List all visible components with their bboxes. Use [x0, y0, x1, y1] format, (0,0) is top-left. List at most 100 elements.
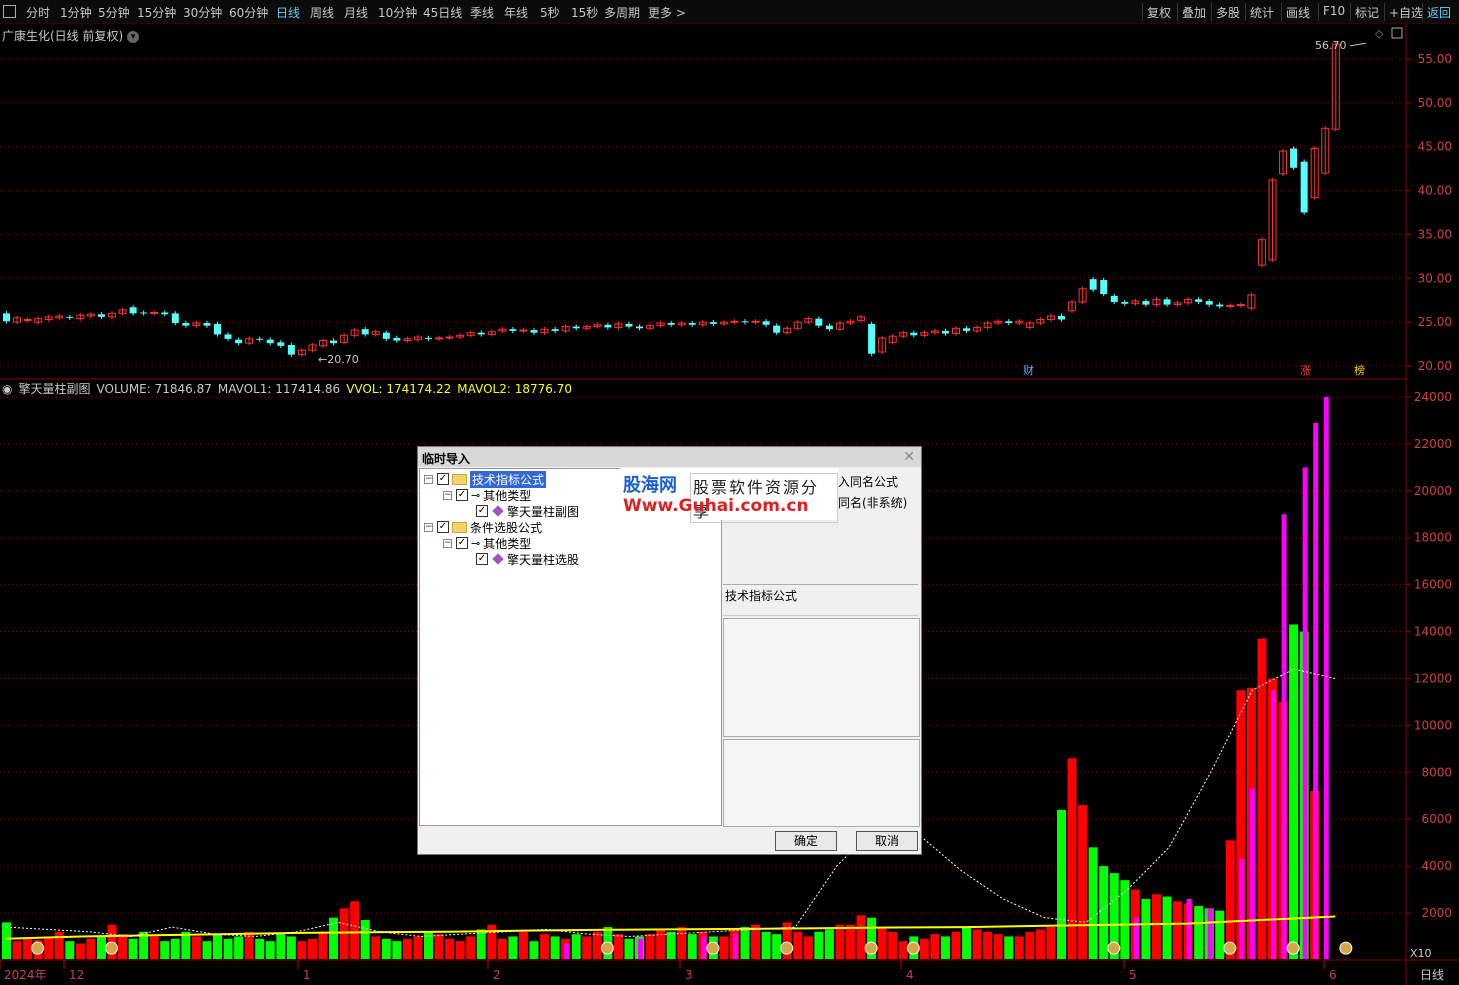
- tree-label: 擎天量柱副图: [507, 504, 580, 519]
- tree-item-qtlz-select[interactable]: ✓ 擎天量柱选股: [476, 551, 579, 567]
- candle-body: [730, 320, 739, 323]
- volume-tick-label: 6000: [1421, 812, 1452, 826]
- toolbar-button-3[interactable]: 统计: [1245, 3, 1278, 21]
- toolbar-button-2[interactable]: 多股: [1211, 3, 1244, 21]
- period-tab-7[interactable]: 周线: [310, 4, 334, 21]
- price-tick-label: 40.00: [1418, 184, 1452, 198]
- volume-bar: [550, 936, 560, 959]
- volume-bar: [677, 927, 687, 959]
- checkbox[interactable]: ✓: [437, 521, 449, 533]
- tree-label: 条件选股公式: [470, 520, 543, 535]
- volume-bar: [751, 924, 761, 959]
- volume-bar: [898, 941, 908, 959]
- option-overwrite-label[interactable]: 入同名公式: [838, 473, 898, 490]
- checkbox[interactable]: ✓: [476, 505, 488, 517]
- period-tab-2[interactable]: 5分钟: [98, 4, 130, 21]
- folder-icon: [452, 521, 467, 533]
- period-tab-4[interactable]: 30分钟: [183, 4, 222, 21]
- toolbar-button-5[interactable]: F10: [1318, 3, 1349, 21]
- volume-bar: [951, 931, 961, 959]
- volume-bar: [962, 927, 972, 959]
- volume-bar: [350, 901, 360, 959]
- option-rename-label[interactable]: 同名(非系统): [838, 494, 907, 511]
- period-tab-12[interactable]: 年线: [504, 4, 528, 21]
- tree-item-other-type-2[interactable]: − ✓ ⊸ 其他类型: [443, 535, 531, 551]
- tree-label: 其他类型: [483, 536, 532, 551]
- toolbar-button-6[interactable]: 标记: [1350, 3, 1383, 21]
- toolbar-button-0[interactable]: 复权: [1142, 3, 1175, 21]
- formula-tree[interactable]: − ✓ 技术指标公式 − ✓ ⊸ 其他类型 ✓ 擎天量柱副图 − ✓ 条件选股公式 − ✓ ⊸ 其他类…: [419, 468, 722, 826]
- period-tab-1[interactable]: 1分钟: [60, 4, 92, 21]
- formula-icon: [492, 505, 504, 517]
- volume-tick-label: 20000: [1414, 484, 1452, 498]
- volume-bar: [2, 922, 11, 959]
- checkbox[interactable]: ✓: [437, 473, 449, 485]
- volume-tick-label: 24000: [1414, 390, 1452, 404]
- volume-tick-label: 16000: [1414, 578, 1452, 592]
- toolbar-button-1[interactable]: 叠加: [1177, 3, 1210, 21]
- ok-button[interactable]: 确定: [775, 831, 837, 851]
- money-bag-icon: [864, 941, 878, 955]
- period-tab-3[interactable]: 15分钟: [137, 4, 176, 21]
- candle-body: [741, 321, 749, 323]
- period-tab-16[interactable]: 更多 >: [648, 4, 686, 21]
- money-bag-icon: [105, 941, 118, 955]
- volume-tick-label: 4000: [1421, 859, 1452, 873]
- volume-bar: [592, 931, 602, 959]
- period-tab-15[interactable]: 多周期: [604, 4, 640, 21]
- period-tab-0[interactable]: 分时: [26, 4, 50, 21]
- candle-body: [815, 318, 823, 326]
- period-tab-9[interactable]: 10分钟: [378, 4, 417, 21]
- period-label: 日线: [1420, 968, 1444, 982]
- volume-bar: [983, 931, 993, 959]
- period-tab-10[interactable]: 45日线: [423, 4, 462, 21]
- checkbox[interactable]: ✓: [476, 553, 488, 565]
- volume-bar: [12, 941, 22, 959]
- high-arrow: [1349, 42, 1367, 47]
- collapse-icon[interactable]: −: [443, 538, 452, 548]
- candle-body: [1195, 299, 1203, 302]
- period-tab-6[interactable]: 日线: [276, 4, 300, 21]
- dialog-title-text: 临时导入: [422, 452, 471, 466]
- volume-bar: [223, 938, 233, 959]
- volume-bar: [392, 941, 402, 959]
- cancel-button[interactable]: 取消: [856, 831, 918, 851]
- candle-body: [224, 334, 232, 339]
- candle-body: [1121, 301, 1129, 304]
- volume-bar: [1194, 905, 1204, 959]
- period-tab-11[interactable]: 季线: [470, 4, 494, 21]
- toolbar-button-7[interactable]: +自选: [1384, 3, 1427, 21]
- volume-bar: [656, 929, 666, 959]
- volume-bar: [518, 931, 528, 959]
- collapse-icon[interactable]: −: [443, 490, 452, 500]
- volume-bar: [624, 938, 634, 959]
- volume-bar: [1078, 805, 1088, 959]
- tree-item-other-type[interactable]: − ✓ ⊸ 其他类型: [443, 487, 531, 503]
- checkbox[interactable]: ✓: [456, 489, 468, 501]
- period-tab-14[interactable]: 15秒: [571, 4, 598, 21]
- toolbar-button-8[interactable]: 返回: [1422, 3, 1455, 21]
- volume-bar: [972, 929, 982, 959]
- close-icon[interactable]: ✕: [903, 449, 915, 465]
- toolbar-button-4[interactable]: 画线: [1281, 3, 1314, 21]
- x-axis-label: 12: [69, 968, 84, 982]
- collapse-icon[interactable]: −: [424, 522, 433, 532]
- volume-bar: [846, 924, 855, 959]
- tree-item-stock-select-formula[interactable]: − ✓ 条件选股公式: [424, 519, 542, 535]
- period-tab-8[interactable]: 月线: [344, 4, 368, 21]
- collapse-icon[interactable]: −: [424, 474, 433, 484]
- period-tab-5[interactable]: 60分钟: [229, 4, 268, 21]
- volume-bar: [1088, 847, 1098, 959]
- tree-item-qtlz-sub[interactable]: ✓ 擎天量柱副图: [476, 503, 579, 519]
- checkbox[interactable]: ✓: [456, 537, 468, 549]
- volume-bar-signal: [1249, 788, 1255, 959]
- volume-bar: [297, 941, 307, 959]
- volume-bar-signal: [1281, 514, 1287, 959]
- tree-item-tech-formula[interactable]: − ✓ 技术指标公式: [424, 470, 547, 488]
- layout-grid-icon[interactable]: [3, 5, 16, 18]
- candle-body: [361, 329, 369, 335]
- volume-bar: [466, 936, 476, 959]
- volume-bar-signal: [701, 936, 707, 959]
- period-tab-13[interactable]: 5秒: [540, 4, 560, 21]
- candle-body: [435, 337, 444, 340]
